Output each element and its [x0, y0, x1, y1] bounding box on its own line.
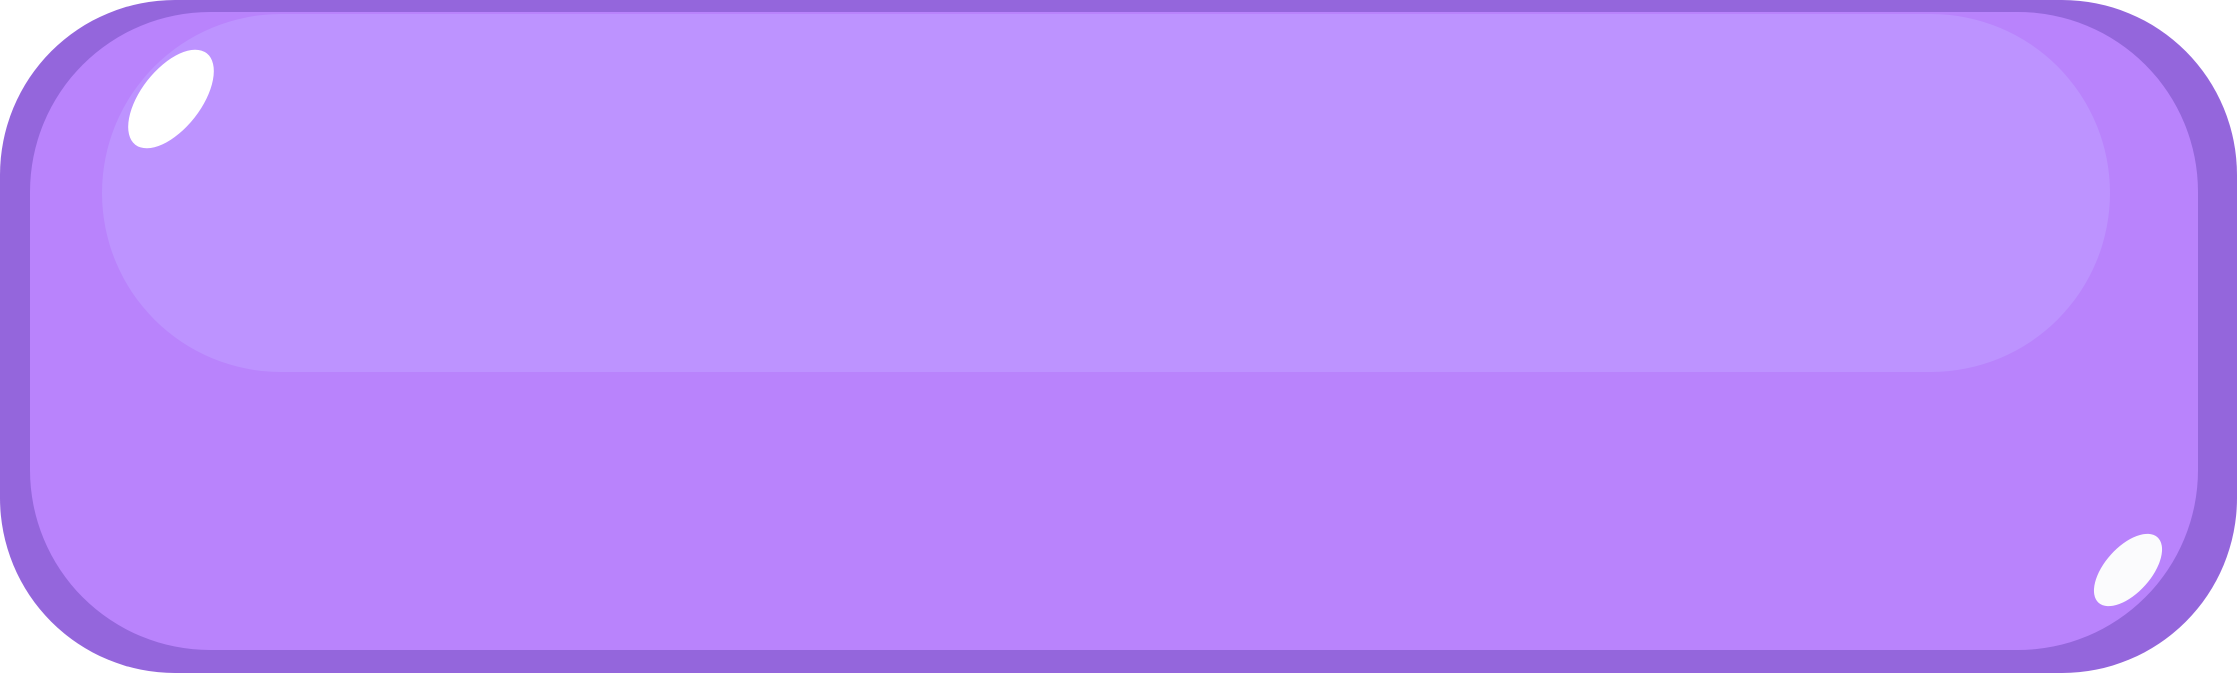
button-gloss-band: [102, 14, 2110, 372]
button-graphic: [0, 0, 2237, 673]
purple-glossy-button[interactable]: [0, 0, 2237, 673]
